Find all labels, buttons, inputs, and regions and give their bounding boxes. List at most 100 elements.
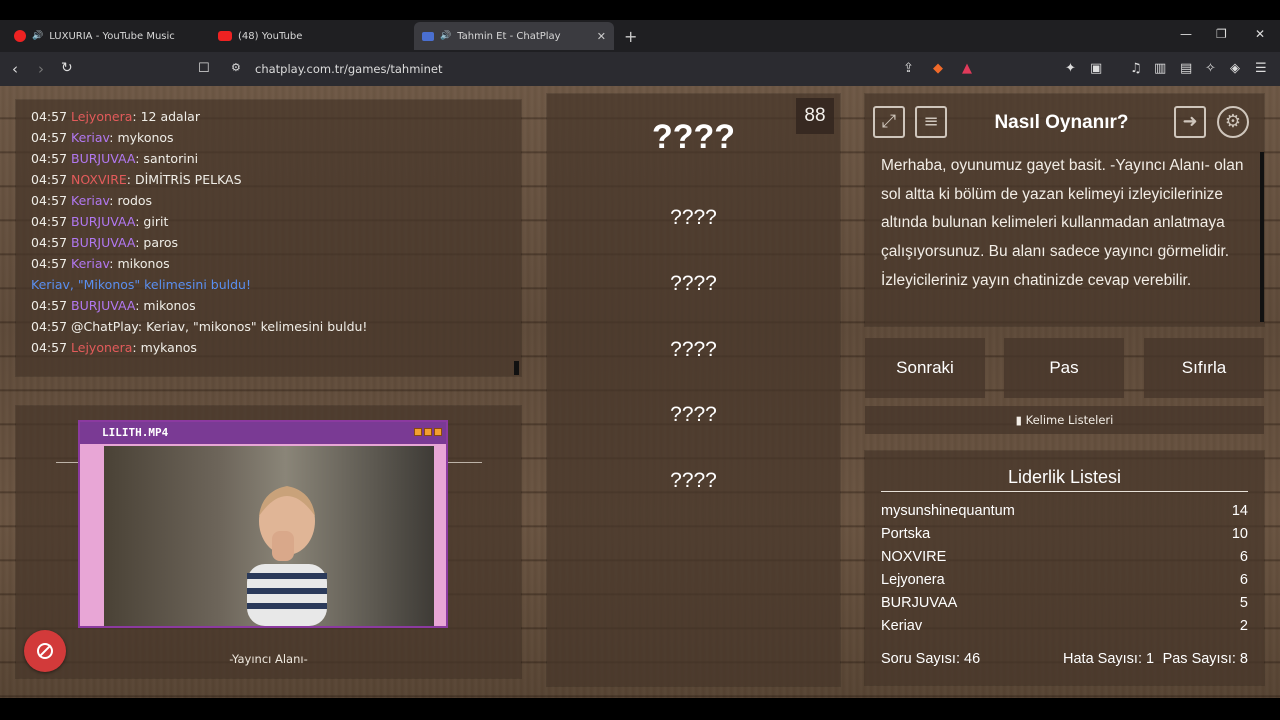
pass-count: Pas Sayısı: 8 bbox=[1162, 651, 1248, 667]
leaderboard-row: mysunshinequantum 14 bbox=[881, 500, 1248, 523]
chat-message: 04:57 Lejyonera: 12 adalar bbox=[31, 106, 521, 127]
player-score: 2 bbox=[1239, 618, 1248, 634]
chat-message: 04:57 BURJUVAA: mikonos bbox=[31, 295, 521, 316]
vpn-icon[interactable]: ◈ bbox=[1230, 61, 1240, 76]
browser-tab-bar: 🔊 LUXURIA - YouTube Music (48) YouTube 🔊… bbox=[0, 20, 1280, 52]
top-black-bar bbox=[0, 0, 1280, 20]
chat-text: : DİMİTRİS PELKAS bbox=[126, 172, 242, 187]
next-button[interactable]: Sonraki bbox=[865, 338, 985, 398]
chat-username[interactable]: Keriav bbox=[71, 256, 109, 271]
player-score: 5 bbox=[1239, 595, 1248, 611]
divider-line bbox=[448, 462, 482, 463]
chat-text: : mikonos bbox=[109, 256, 170, 271]
screenshot-icon[interactable]: ▣ bbox=[1090, 61, 1102, 76]
chat-message: 04:57 BURJUVAA: paros bbox=[31, 232, 521, 253]
main-word: ???? bbox=[651, 118, 736, 156]
chat-message: 04:57 Keriav: mykonos bbox=[31, 127, 521, 148]
chat-username[interactable]: Lejyonera bbox=[71, 109, 132, 124]
bookmark-icon[interactable]: ☐ bbox=[198, 61, 210, 76]
chat-message: 04:57 BURJUVAA: santorini bbox=[31, 148, 521, 169]
leaderboard-panel: Liderlik Listesi mysunshinequantum 14 Port… bbox=[865, 451, 1264, 685]
chat-username[interactable]: BURJUVAA bbox=[71, 298, 135, 313]
pass-button[interactable]: Pas bbox=[1004, 338, 1124, 398]
chat-time: 04:57 bbox=[31, 214, 68, 229]
webcam-video bbox=[104, 446, 434, 626]
tab-title: Tahmin Et - ChatPlay bbox=[457, 30, 561, 42]
share-icon[interactable]: ⇪ bbox=[903, 61, 914, 76]
chat-text: : mykonos bbox=[109, 130, 174, 145]
extensions-icon[interactable]: ✦ bbox=[1065, 61, 1076, 76]
chat-time: 04:57 bbox=[31, 193, 68, 208]
speaker-icon: 🔊 bbox=[32, 31, 44, 41]
how-to-play-panel: ⤢ ≡ Nasıl Oynanır? ➜ ⚙ Merhaba, oyunumuz… bbox=[865, 94, 1264, 326]
restore-icon[interactable]: ❐ bbox=[1216, 27, 1227, 41]
chat-message: 04:57 Lejyonera: mykanos bbox=[31, 337, 521, 358]
forbidden-word: ???? bbox=[670, 403, 717, 426]
chat-message: 04:57 Keriav: mikonos bbox=[31, 253, 521, 274]
leaderboard-row: BURJUVAA 5 bbox=[881, 592, 1248, 615]
tab-chatplay[interactable]: 🔊 Tahmin Et - ChatPlay ✕ bbox=[414, 22, 614, 50]
chat-time: 04:57 bbox=[31, 319, 68, 334]
chat-message: 04:57 @ChatPlay: Keriav, "mikonos" kelim… bbox=[31, 316, 521, 337]
player-name: Lejyonera bbox=[881, 572, 945, 588]
chat-text: : 12 adalar bbox=[132, 109, 200, 124]
player-score: 10 bbox=[1231, 526, 1248, 542]
reload-icon[interactable]: ↻ bbox=[61, 60, 73, 76]
new-tab-icon[interactable]: + bbox=[624, 27, 637, 46]
leo-icon[interactable]: ✧ bbox=[1205, 61, 1216, 76]
chat-scrollbar[interactable] bbox=[514, 361, 519, 375]
chat-text: : mykanos bbox=[132, 340, 197, 355]
player-name: NOXVIRE bbox=[881, 549, 947, 565]
chat-text: : rodos bbox=[109, 193, 153, 208]
chat-username[interactable]: Keriav bbox=[71, 130, 109, 145]
chat-text: : mikonos bbox=[135, 298, 196, 313]
hide-button[interactable] bbox=[24, 630, 66, 672]
tab-youtube[interactable]: (48) YouTube bbox=[210, 22, 408, 50]
settings-icon[interactable]: ⚙ bbox=[1217, 106, 1249, 138]
chat-username[interactable]: Lejyonera bbox=[71, 340, 132, 355]
url-field[interactable]: chatplay.com.tr/games/tahminet bbox=[255, 62, 442, 76]
chat-username[interactable]: BURJUVAA bbox=[71, 214, 135, 229]
logout-icon[interactable]: ➜ bbox=[1174, 106, 1206, 138]
chat-text: : girit bbox=[135, 214, 169, 229]
brave-shield-icon[interactable]: ◆ bbox=[933, 61, 943, 76]
reset-button[interactable]: Sıfırla bbox=[1144, 338, 1264, 398]
chat-message: 04:57 Keriav: rodos bbox=[31, 190, 521, 211]
chat-username[interactable]: BURJUVAA bbox=[71, 151, 135, 166]
site-settings-icon[interactable]: ⚙ bbox=[231, 61, 241, 74]
bottom-black-bar bbox=[0, 698, 1280, 720]
chat-username[interactable]: NOXVIRE bbox=[71, 172, 127, 187]
player-name: Keriav bbox=[881, 618, 923, 634]
back-icon[interactable]: ‹ bbox=[12, 60, 18, 78]
media-icon[interactable]: ♫ bbox=[1130, 61, 1142, 76]
how-to-scrollbar[interactable] bbox=[1260, 152, 1264, 322]
chat-time: 04:57 bbox=[31, 256, 68, 271]
chat-time: 04:57 bbox=[31, 298, 68, 313]
player-name: Portska bbox=[881, 526, 931, 542]
chat-time: 04:57 bbox=[31, 151, 68, 166]
minimize-icon[interactable]: — bbox=[1180, 27, 1192, 41]
chat-message-list: 04:57 Lejyonera: 12 adalar 04:57 Keriav: … bbox=[31, 106, 521, 358]
chat-message: Keriav, "Mikonos" kelimesini buldu! bbox=[31, 274, 521, 295]
brave-rewards-icon[interactable]: ▲ bbox=[962, 61, 972, 76]
close-tab-icon[interactable]: ✕ bbox=[597, 30, 606, 43]
forbidden-word: ???? bbox=[670, 272, 717, 295]
leaderboard-divider bbox=[881, 491, 1248, 492]
chat-username[interactable]: Keriav bbox=[71, 193, 109, 208]
menu-icon[interactable]: ☰ bbox=[1255, 61, 1267, 76]
tab-youtube-music[interactable]: 🔊 LUXURIA - YouTube Music bbox=[6, 22, 204, 50]
forward-icon[interactable]: › bbox=[38, 60, 44, 78]
fullscreen-icon[interactable]: ⤢ bbox=[873, 106, 905, 138]
chat-message: 04:57 BURJUVAA: girit bbox=[31, 211, 521, 232]
document-icon[interactable]: ≡ bbox=[915, 106, 947, 138]
chat-username[interactable]: BURJUVAA bbox=[71, 235, 135, 250]
wallet-icon[interactable]: ▤ bbox=[1180, 61, 1192, 76]
how-to-play-text: Merhaba, oyunumuz gayet basit. -Yayıncı … bbox=[881, 157, 1244, 289]
chatplay-page: 04:57 Lejyonera: 12 adalar 04:57 Keriav: … bbox=[0, 86, 1280, 698]
close-window-icon[interactable]: ✕ bbox=[1255, 27, 1265, 41]
chat-panel: 04:57 Lejyonera: 12 adalar 04:57 Keriav: … bbox=[16, 100, 521, 376]
sidebar-icon[interactable]: ▥ bbox=[1154, 61, 1166, 76]
word-lists-button[interactable]: ▮ Kelime Listeleri bbox=[865, 406, 1264, 434]
youtube-icon bbox=[218, 31, 232, 41]
chat-time: 04:57 bbox=[31, 340, 68, 355]
